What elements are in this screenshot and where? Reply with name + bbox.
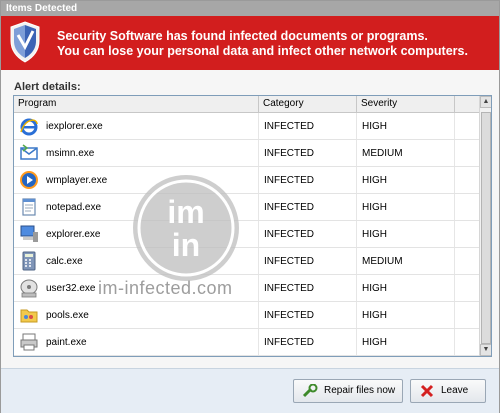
items-detected-window: Items Detected Security Software has fou…	[0, 0, 500, 413]
shield-icon	[10, 21, 40, 63]
severity-cell: MEDIUM	[357, 248, 455, 274]
program-name: msimn.exe	[46, 148, 95, 159]
category-cell: INFECTED	[259, 194, 357, 220]
svg-text:im: im	[167, 194, 204, 230]
program-name: iexplorer.exe	[46, 121, 103, 132]
vertical-scrollbar[interactable]: ▲ ▼	[479, 96, 491, 356]
spare-cell	[455, 221, 479, 247]
category-cell: INFECTED	[259, 248, 357, 274]
alert-message: Security Software has found infected doc…	[57, 29, 468, 59]
program-cell: pools.exe	[14, 302, 259, 328]
window-title: Items Detected	[1, 1, 499, 16]
notepad-icon	[22, 198, 36, 216]
detections-table[interactable]: Program Category Severity iexplorer.exe I…	[13, 95, 492, 357]
category-cell: INFECTED	[259, 329, 357, 355]
category-cell: INFECTED	[259, 275, 357, 301]
scroll-up-button[interactable]: ▲	[480, 96, 491, 108]
program-name: user32.exe	[46, 283, 96, 294]
alert-details-label: Alert details:	[14, 81, 81, 93]
table-row[interactable]: user32.exe INFECTED HIGH	[14, 275, 479, 302]
program-cell: msimn.exe	[14, 140, 259, 166]
category-cell: INFECTED	[259, 140, 357, 166]
severity-cell: HIGH	[357, 275, 455, 301]
spare-cell	[455, 167, 479, 193]
program-name: explorer.exe	[46, 229, 101, 240]
spare-cell	[455, 302, 479, 328]
severity-cell: HIGH	[357, 194, 455, 220]
column-category[interactable]: Category	[259, 96, 357, 112]
program-name: wmplayer.exe	[46, 175, 108, 186]
repair-files-label: Repair files now	[324, 385, 396, 396]
category-cell: INFECTED	[259, 302, 357, 328]
watermark-site: im-infected.com	[98, 278, 233, 298]
table-row[interactable]: pools.exe INFECTED HIGH	[14, 302, 479, 329]
severity-cell: HIGH	[357, 167, 455, 193]
alert-message-line1: Security Software has found infected doc…	[57, 29, 428, 43]
disk-drive-icon	[20, 279, 38, 298]
column-program[interactable]: Program	[14, 96, 259, 112]
program-name: pools.exe	[46, 310, 89, 321]
mail-client-icon	[20, 144, 38, 160]
spare-cell	[455, 194, 479, 220]
table-row[interactable]: wmplayer.exe INFECTED HIGH	[14, 167, 479, 194]
column-severity[interactable]: Severity	[357, 96, 455, 112]
leave-label: Leave	[441, 385, 469, 396]
svg-text:in: in	[172, 227, 200, 263]
program-name: calc.exe	[46, 256, 83, 267]
internet-explorer-icon	[20, 118, 38, 136]
table-row[interactable]: iexplorer.exe INFECTED HIGH	[14, 113, 479, 140]
spare-cell	[455, 140, 479, 166]
table-row[interactable]: notepad.exe INFECTED HIGH	[14, 194, 479, 221]
calculator-icon	[22, 251, 36, 271]
spare-cell	[455, 248, 479, 274]
leave-button[interactable]: Leave	[410, 379, 486, 403]
folder-icon	[20, 309, 38, 323]
media-player-icon	[20, 171, 38, 189]
spare-cell	[455, 329, 479, 355]
alert-message-line2: You can lose your personal data and infe…	[57, 44, 468, 58]
severity-cell: MEDIUM	[357, 140, 455, 166]
close-icon	[420, 384, 434, 398]
button-bar: Repair files now Leave	[1, 368, 499, 413]
table-header: Program Category Severity	[14, 96, 479, 113]
severity-cell: HIGH	[357, 329, 455, 355]
table-row[interactable]: msimn.exe INFECTED MEDIUM	[14, 140, 479, 167]
severity-cell: HIGH	[357, 302, 455, 328]
category-cell: INFECTED	[259, 113, 357, 139]
computer-icon	[20, 225, 38, 242]
program-name: paint.exe	[46, 337, 87, 348]
scroll-down-button[interactable]: ▼	[480, 344, 491, 356]
alert-banner: Security Software has found infected doc…	[1, 16, 499, 70]
program-cell: iexplorer.exe	[14, 113, 259, 139]
watermark-logo: im in	[133, 175, 239, 281]
paint-printer-icon	[20, 333, 38, 351]
table-row[interactable]: paint.exe INFECTED HIGH	[14, 329, 479, 356]
spare-cell	[455, 113, 479, 139]
repair-icon	[302, 384, 318, 398]
severity-cell: HIGH	[357, 221, 455, 247]
table-row[interactable]: explorer.exe INFECTED HIGH	[14, 221, 479, 248]
repair-files-button[interactable]: Repair files now	[293, 379, 403, 403]
spare-cell	[455, 275, 479, 301]
program-cell: paint.exe	[14, 329, 259, 355]
category-cell: INFECTED	[259, 221, 357, 247]
severity-cell: HIGH	[357, 113, 455, 139]
scroll-thumb[interactable]	[481, 112, 491, 344]
program-name: notepad.exe	[46, 202, 102, 213]
table-row[interactable]: calc.exe INFECTED MEDIUM	[14, 248, 479, 275]
category-cell: INFECTED	[259, 167, 357, 193]
